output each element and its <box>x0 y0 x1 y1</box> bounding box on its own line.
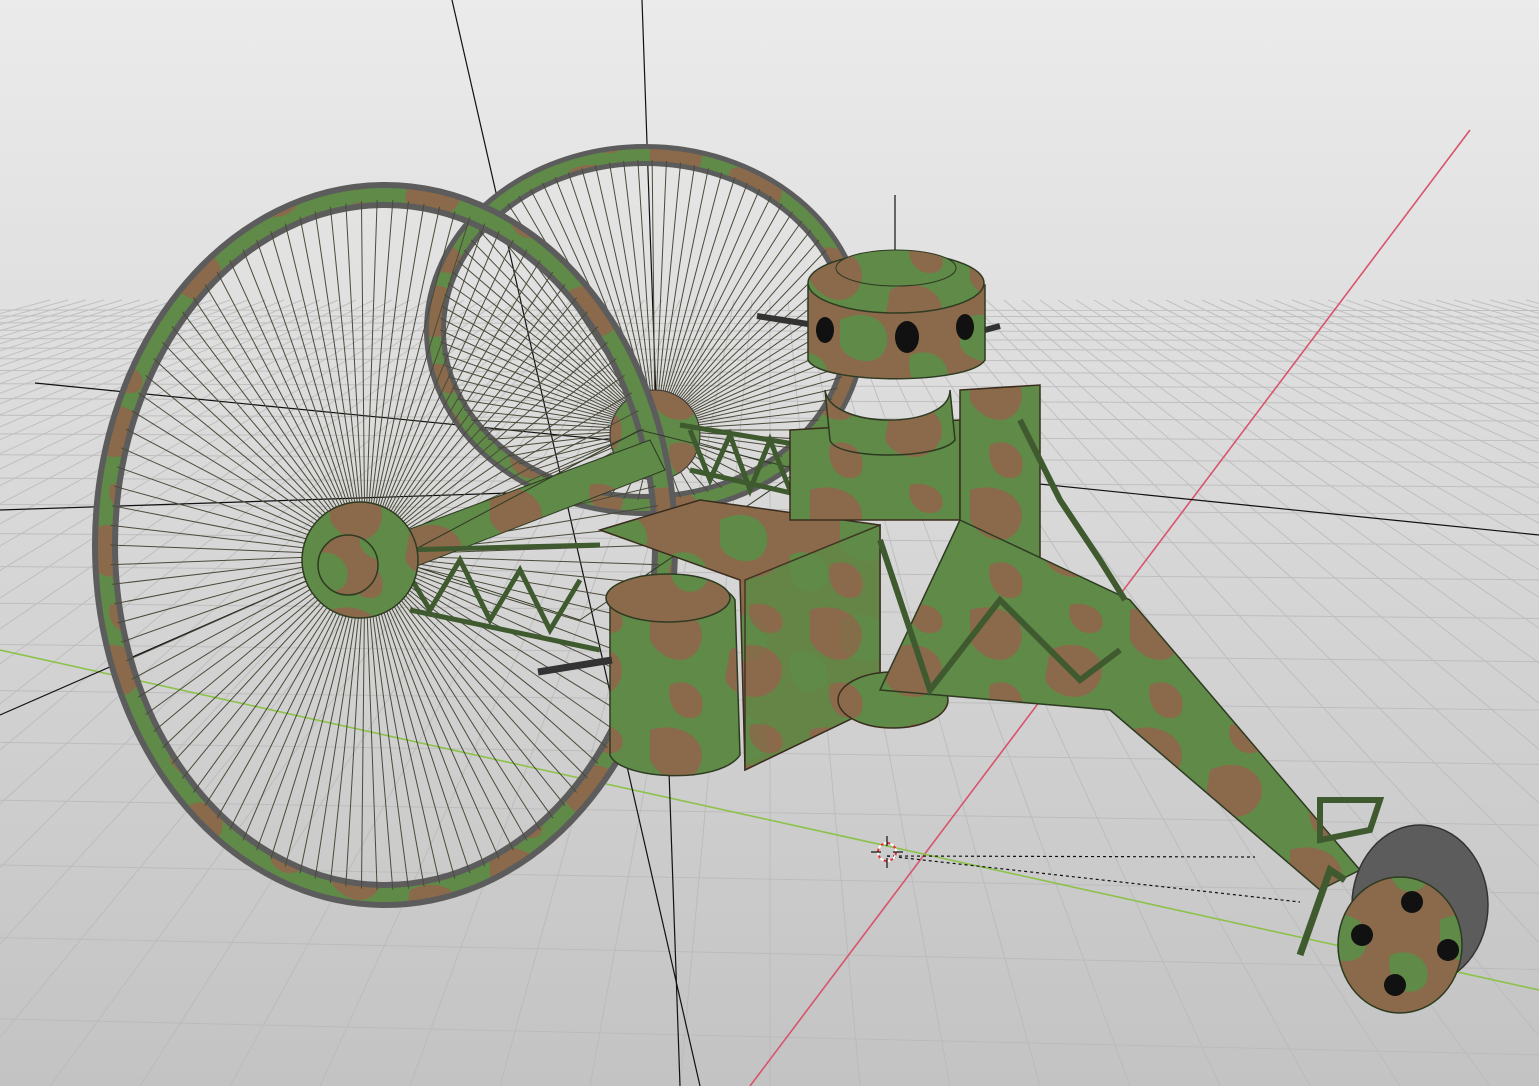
wheel-hub[interactable] <box>301 501 419 619</box>
viewport-canvas[interactable] <box>0 0 1539 1086</box>
3d-viewport[interactable] <box>0 0 1539 1086</box>
